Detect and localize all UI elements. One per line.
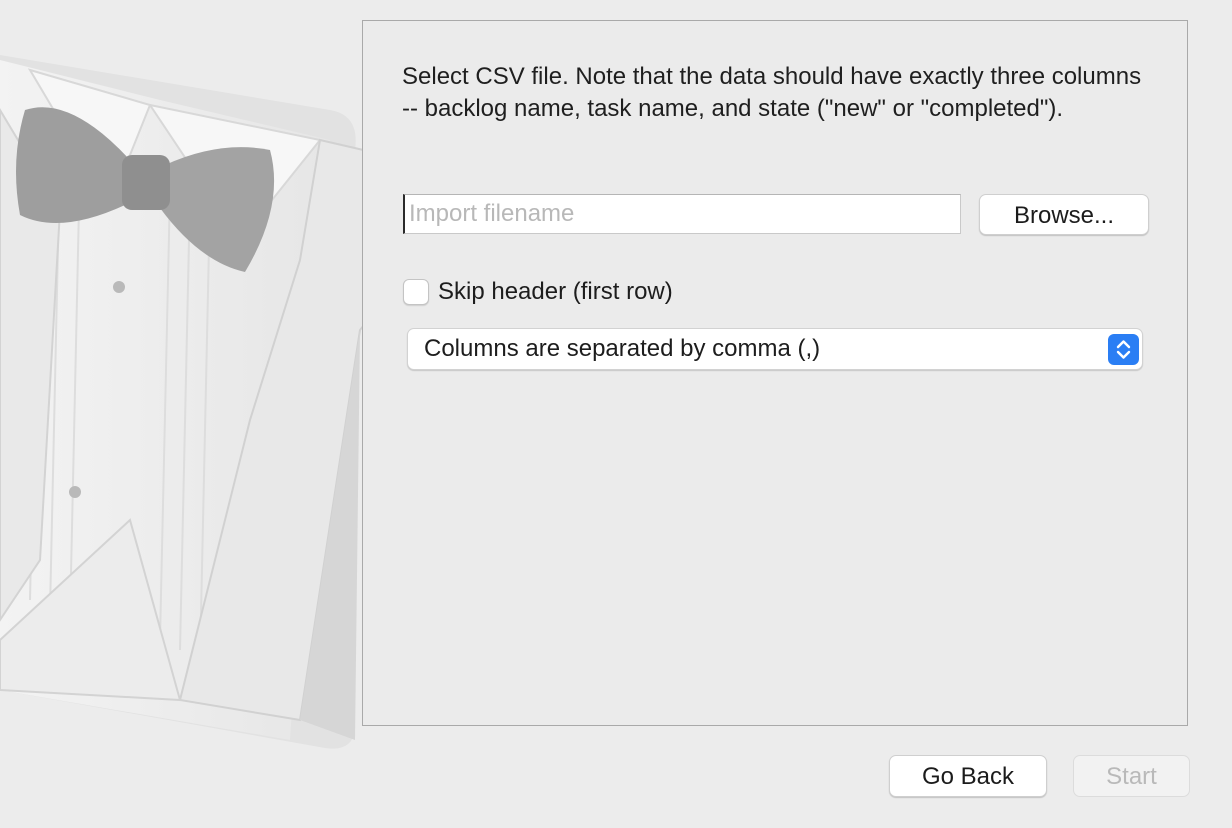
browse-button[interactable]: Browse... <box>979 194 1149 235</box>
instructions-text: Select CSV file. Note that the data shou… <box>402 63 1142 122</box>
import-panel: Select CSV file. Note that the data shou… <box>362 20 1188 726</box>
start-button[interactable]: Start <box>1073 755 1190 797</box>
chevron-updown-icon <box>1108 334 1139 365</box>
skip-header-label: Skip header (first row) <box>438 278 673 305</box>
import-filename-input[interactable] <box>403 194 961 234</box>
separator-select[interactable]: Columns are separated by comma (,) <box>407 328 1143 370</box>
separator-select-value: Columns are separated by comma (,) <box>424 335 821 362</box>
skip-header-checkbox[interactable] <box>403 279 429 305</box>
go-back-button[interactable]: Go Back <box>889 755 1047 797</box>
